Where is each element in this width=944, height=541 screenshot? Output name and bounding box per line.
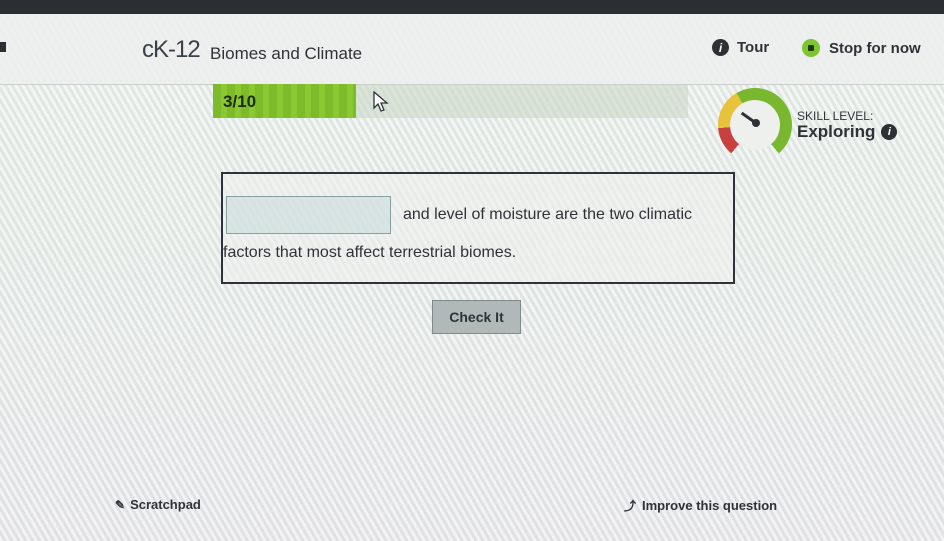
- skill-level-label: SKILL LEVEL:: [797, 109, 874, 123]
- skill-level-text: Exploring: [797, 122, 876, 141]
- skill-gauge-icon: [718, 88, 792, 162]
- skill-info-icon[interactable]: i: [881, 124, 898, 140]
- improve-label: Improve this question: [642, 498, 778, 513]
- stop-for-now-button[interactable]: Stop for now: [802, 39, 921, 57]
- improve-question-button[interactable]: ⤴ Improve this question: [624, 497, 777, 514]
- left-edge-marker: [0, 42, 6, 52]
- question-box: and level of moisture are the two climat…: [221, 172, 735, 284]
- scratchpad-button[interactable]: ✎ Scratchpad: [115, 497, 201, 512]
- page-title: Biomes and Climate: [210, 44, 363, 63]
- question-text-line1: and level of moisture are the two climat…: [403, 206, 693, 223]
- tour-button[interactable]: i Tour: [712, 39, 769, 56]
- question-text-line2: factors that most affect terrestrial bio…: [223, 244, 517, 261]
- pencil-icon: ✎: [115, 497, 126, 512]
- progress-bar: 3/10: [213, 84, 688, 118]
- trend-icon: ⤴: [624, 499, 637, 513]
- stop-icon: [802, 39, 820, 57]
- stop-label: Stop for now: [829, 39, 921, 57]
- answer-input[interactable]: [226, 196, 391, 234]
- mouse-cursor-icon: [373, 91, 389, 112]
- info-icon: i: [712, 39, 729, 56]
- progress-label: 3/10: [223, 92, 257, 111]
- skill-level-value: Exploring i: [797, 122, 898, 142]
- check-it-button[interactable]: Check It: [432, 300, 521, 334]
- tour-label: Tour: [737, 39, 770, 56]
- scratchpad-label: Scratchpad: [130, 497, 201, 512]
- ck12-logo[interactable]: cK-12: [142, 36, 201, 64]
- top-window-strip: [0, 0, 944, 14]
